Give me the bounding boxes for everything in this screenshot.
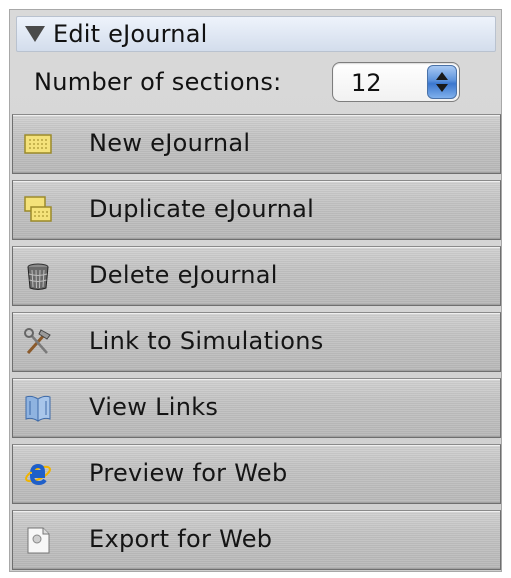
stepper-up-icon[interactable]: [436, 72, 448, 80]
trash-icon: [23, 261, 53, 291]
preview-for-web-label: Preview for Web: [89, 459, 288, 487]
book-icon: [23, 393, 53, 423]
stepper-down-icon[interactable]: [436, 84, 448, 92]
sections-stepper[interactable]: 12: [332, 62, 460, 102]
stepper-arrows[interactable]: [427, 65, 457, 99]
duplicate-notepad-icon: [23, 195, 53, 225]
preview-for-web-button[interactable]: Preview for Web: [12, 444, 501, 504]
tools-icon: [23, 327, 53, 357]
duplicate-ejournal-label: Duplicate eJournal: [89, 195, 315, 223]
disclosure-triangle-icon[interactable]: [25, 26, 45, 42]
sections-value[interactable]: 12: [351, 69, 382, 97]
delete-ejournal-button[interactable]: Delete eJournal: [12, 246, 501, 306]
export-for-web-label: Export for Web: [89, 525, 273, 553]
export-for-web-button[interactable]: Export for Web: [12, 510, 501, 570]
header-title: Edit eJournal: [53, 20, 208, 48]
link-to-simulations-label: Link to Simulations: [89, 327, 324, 355]
delete-ejournal-label: Delete eJournal: [89, 261, 278, 289]
notepad-icon: [23, 129, 53, 159]
sections-row: Number of sections: 12: [10, 60, 503, 104]
action-buttons: New eJournal Duplicate eJournal Delete e…: [12, 114, 501, 576]
new-ejournal-label: New eJournal: [89, 129, 251, 157]
internet-explorer-icon: [23, 459, 53, 489]
view-links-label: View Links: [89, 393, 219, 421]
new-ejournal-button[interactable]: New eJournal: [12, 114, 501, 174]
link-to-simulations-button[interactable]: Link to Simulations: [12, 312, 501, 372]
export-document-icon: [23, 525, 53, 555]
duplicate-ejournal-button[interactable]: Duplicate eJournal: [12, 180, 501, 240]
edit-ejournal-panel: Edit eJournal Number of sections: 12 New…: [9, 9, 502, 572]
edit-ejournal-disclosure-header[interactable]: Edit eJournal: [16, 16, 496, 52]
sections-label: Number of sections:: [34, 68, 282, 96]
view-links-button[interactable]: View Links: [12, 378, 501, 438]
